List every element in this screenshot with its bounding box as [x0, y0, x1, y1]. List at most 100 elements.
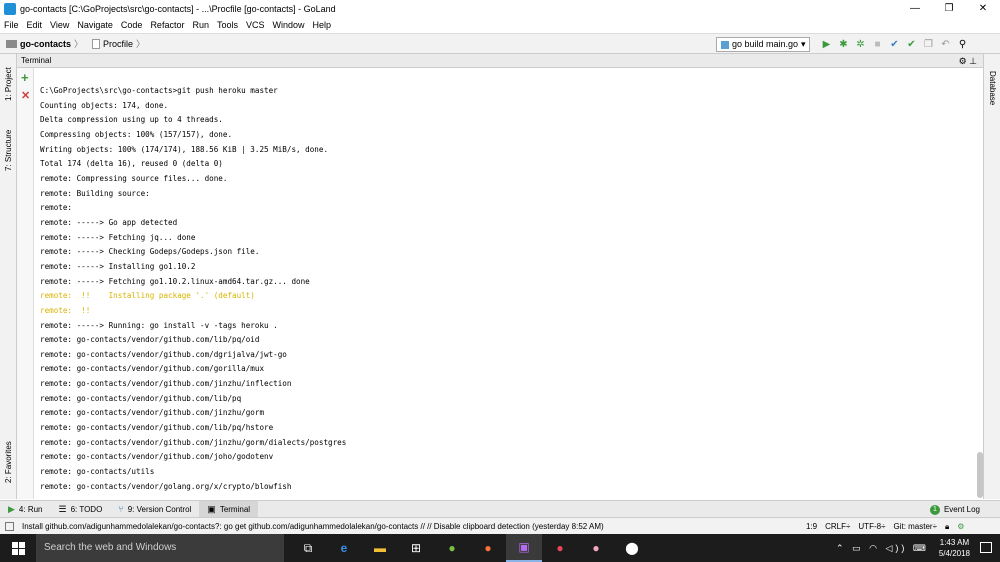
window-controls: — ❐ ✕: [898, 0, 1000, 17]
menu-vcs[interactable]: VCS: [242, 20, 269, 30]
status-message[interactable]: Install github.com/adigunhammedolalekan/…: [0, 522, 780, 531]
file-explorer-icon[interactable]: ▬: [362, 534, 398, 562]
vcs-update-icon[interactable]: ✔: [886, 37, 903, 52]
terminal-line: remote: go-contacts/vendor/github.com/li…: [40, 335, 260, 345]
new-session-plus-icon[interactable]: +: [21, 70, 29, 85]
terminal-line: Total 174 (delta 16), reused 0 (delta 0): [40, 159, 223, 169]
inspector-icon[interactable]: ⚙: [957, 522, 964, 531]
terminal-line: remote: go-contacts/vendor/github.com/li…: [40, 423, 274, 433]
tool-windows-icon[interactable]: [5, 522, 14, 531]
tab-favorites[interactable]: 2: Favorites: [0, 434, 17, 490]
notification-icon[interactable]: [980, 542, 992, 553]
file-icon: [92, 38, 101, 49]
menu-help[interactable]: Help: [309, 20, 336, 30]
tab-database[interactable]: Database: [984, 58, 1000, 118]
compare-icon[interactable]: ❐: [920, 37, 937, 52]
title-bar: go-contacts [C:\GoProjects\src\go-contac…: [0, 0, 1000, 17]
start-button[interactable]: [0, 534, 36, 562]
coverage-icon[interactable]: ✲: [852, 37, 869, 52]
app-icon[interactable]: ●: [434, 534, 470, 562]
bottom-tool-tabs: ▶ 4: Run ☰ 6: TODO ⑂ 9: Version Control …: [0, 500, 1000, 518]
terminal-line: Delta compression using up to 4 threads.: [40, 115, 223, 125]
task-view-icon[interactable]: ⧉: [290, 534, 326, 562]
terminal-line: remote: -----> Fetching go1.10.2.linux-a…: [40, 276, 310, 286]
terminal-scrollbar[interactable]: [977, 70, 983, 498]
scrollbar-thumb[interactable]: [977, 452, 983, 498]
terminal-output[interactable]: C:\GoProjects\src\go-contacts>git push h…: [34, 84, 974, 498]
debug-icon[interactable]: ✱: [835, 37, 852, 52]
tab-todo[interactable]: ☰ 6: TODO: [51, 501, 111, 518]
folder-icon: [6, 39, 17, 48]
tab-project[interactable]: 1: Project: [0, 58, 17, 110]
menu-navigate[interactable]: Navigate: [73, 20, 117, 30]
terminal-line: remote:: [40, 203, 73, 213]
settings-gear-icon[interactable]: ⚙ ⊥: [959, 54, 977, 68]
line-separator[interactable]: CRLF÷: [825, 522, 850, 531]
menu-edit[interactable]: Edit: [23, 20, 47, 30]
store-icon[interactable]: ⊞: [398, 534, 434, 562]
clock-time: 1:43 AM: [939, 538, 970, 547]
menu-window[interactable]: Window: [269, 20, 309, 30]
close-session-icon[interactable]: ✕: [21, 89, 30, 102]
breadcrumb-file[interactable]: Procfile: [103, 39, 133, 49]
terminal-line: remote: go-contacts/vendor/github.com/ji…: [40, 379, 292, 389]
minimize-button[interactable]: —: [898, 0, 932, 17]
edge-icon[interactable]: e: [326, 534, 362, 562]
lock-icon[interactable]: 🔒︎: [945, 522, 949, 532]
search-icon[interactable]: ⚲: [954, 37, 971, 52]
tab-run[interactable]: ▶ 4: Run: [0, 501, 51, 518]
tab-terminal[interactable]: ▣ Terminal: [199, 500, 259, 518]
run-configuration-select[interactable]: go build main.go ▾: [716, 37, 810, 52]
caret-position[interactable]: 1:9: [806, 522, 817, 531]
windows-logo-icon: [11, 541, 25, 555]
app-dark-icon[interactable]: ⬤: [614, 534, 650, 562]
firefox-icon[interactable]: ●: [470, 534, 506, 562]
goland-logo-icon: [4, 2, 16, 15]
goland-icon[interactable]: ▣: [506, 534, 542, 562]
vcs-commit-icon[interactable]: ✔: [903, 37, 920, 52]
left-tool-window-bar: 1: Project 7: Structure 2: Favorites: [0, 54, 17, 499]
terminal-warning-line: remote: !!: [40, 305, 91, 315]
close-button[interactable]: ✕: [966, 0, 1000, 17]
chevron-right-icon: 〉: [136, 39, 146, 49]
event-log-label: Event Log: [943, 505, 980, 514]
breadcrumb-project[interactable]: go-contacts: [20, 39, 71, 49]
clock[interactable]: 1:43 AM 5/4/2018: [939, 537, 970, 559]
terminal-line: remote: Compressing source files... done…: [40, 173, 228, 183]
menu-tools[interactable]: Tools: [213, 20, 242, 30]
tab-structure[interactable]: 7: Structure: [0, 120, 17, 180]
terminal-line: remote: go-contacts/vendor/github.com/go…: [40, 364, 265, 374]
terminal-line: remote: go-contacts/vendor/github.com/jo…: [40, 452, 274, 462]
app-red-icon[interactable]: ●: [542, 534, 578, 562]
terminal-toolbar: + ✕: [17, 68, 34, 499]
event-log-button[interactable]: 1 Event Log: [929, 501, 980, 518]
terminal-line: remote: go-contacts/vendor/github.com/dg…: [40, 349, 287, 359]
breadcrumb: go-contacts 〉 Procfile 〉: [0, 37, 148, 50]
terminal-icon: ▣: [207, 503, 216, 514]
todo-icon: ☰: [58, 503, 67, 514]
menu-run[interactable]: Run: [188, 20, 213, 30]
stop-icon[interactable]: ■: [869, 37, 886, 52]
revert-icon[interactable]: ↶: [937, 37, 954, 52]
terminal-line: remote: go-contacts/vendor/github.com/ji…: [40, 437, 347, 447]
tab-terminal-label: Terminal: [219, 504, 251, 514]
menu-file[interactable]: File: [0, 20, 23, 30]
chevron-right-icon: 〉: [74, 39, 84, 49]
terminal-line: remote: go-contacts/utils: [40, 467, 155, 477]
run-icon[interactable]: ▶: [818, 37, 835, 52]
terminal-line: remote: -----> Checking Godeps/Godeps.js…: [40, 247, 260, 257]
app-pink-icon[interactable]: ●: [578, 534, 614, 562]
navigation-bar: go-contacts 〉 Procfile 〉 go build main.g…: [0, 33, 1000, 54]
git-branch[interactable]: Git: master÷: [893, 522, 937, 531]
tray-icons[interactable]: ⌃ ▭ ◠ ◁)) ⌨: [836, 543, 929, 554]
maximize-button[interactable]: ❐: [932, 0, 966, 17]
version-control-icon: ⑂: [118, 504, 124, 514]
file-encoding[interactable]: UTF-8÷: [858, 522, 885, 531]
menu-refactor[interactable]: Refactor: [146, 20, 188, 30]
terminal-line: remote: go-contacts/vendor/github.com/li…: [40, 393, 242, 403]
right-tool-window-bar: Database: [983, 54, 1000, 499]
taskbar-search[interactable]: Search the web and Windows: [36, 534, 284, 562]
menu-code[interactable]: Code: [117, 20, 147, 30]
menu-view[interactable]: View: [46, 20, 73, 30]
tab-version-control[interactable]: ⑂ 9: Version Control: [110, 501, 199, 518]
